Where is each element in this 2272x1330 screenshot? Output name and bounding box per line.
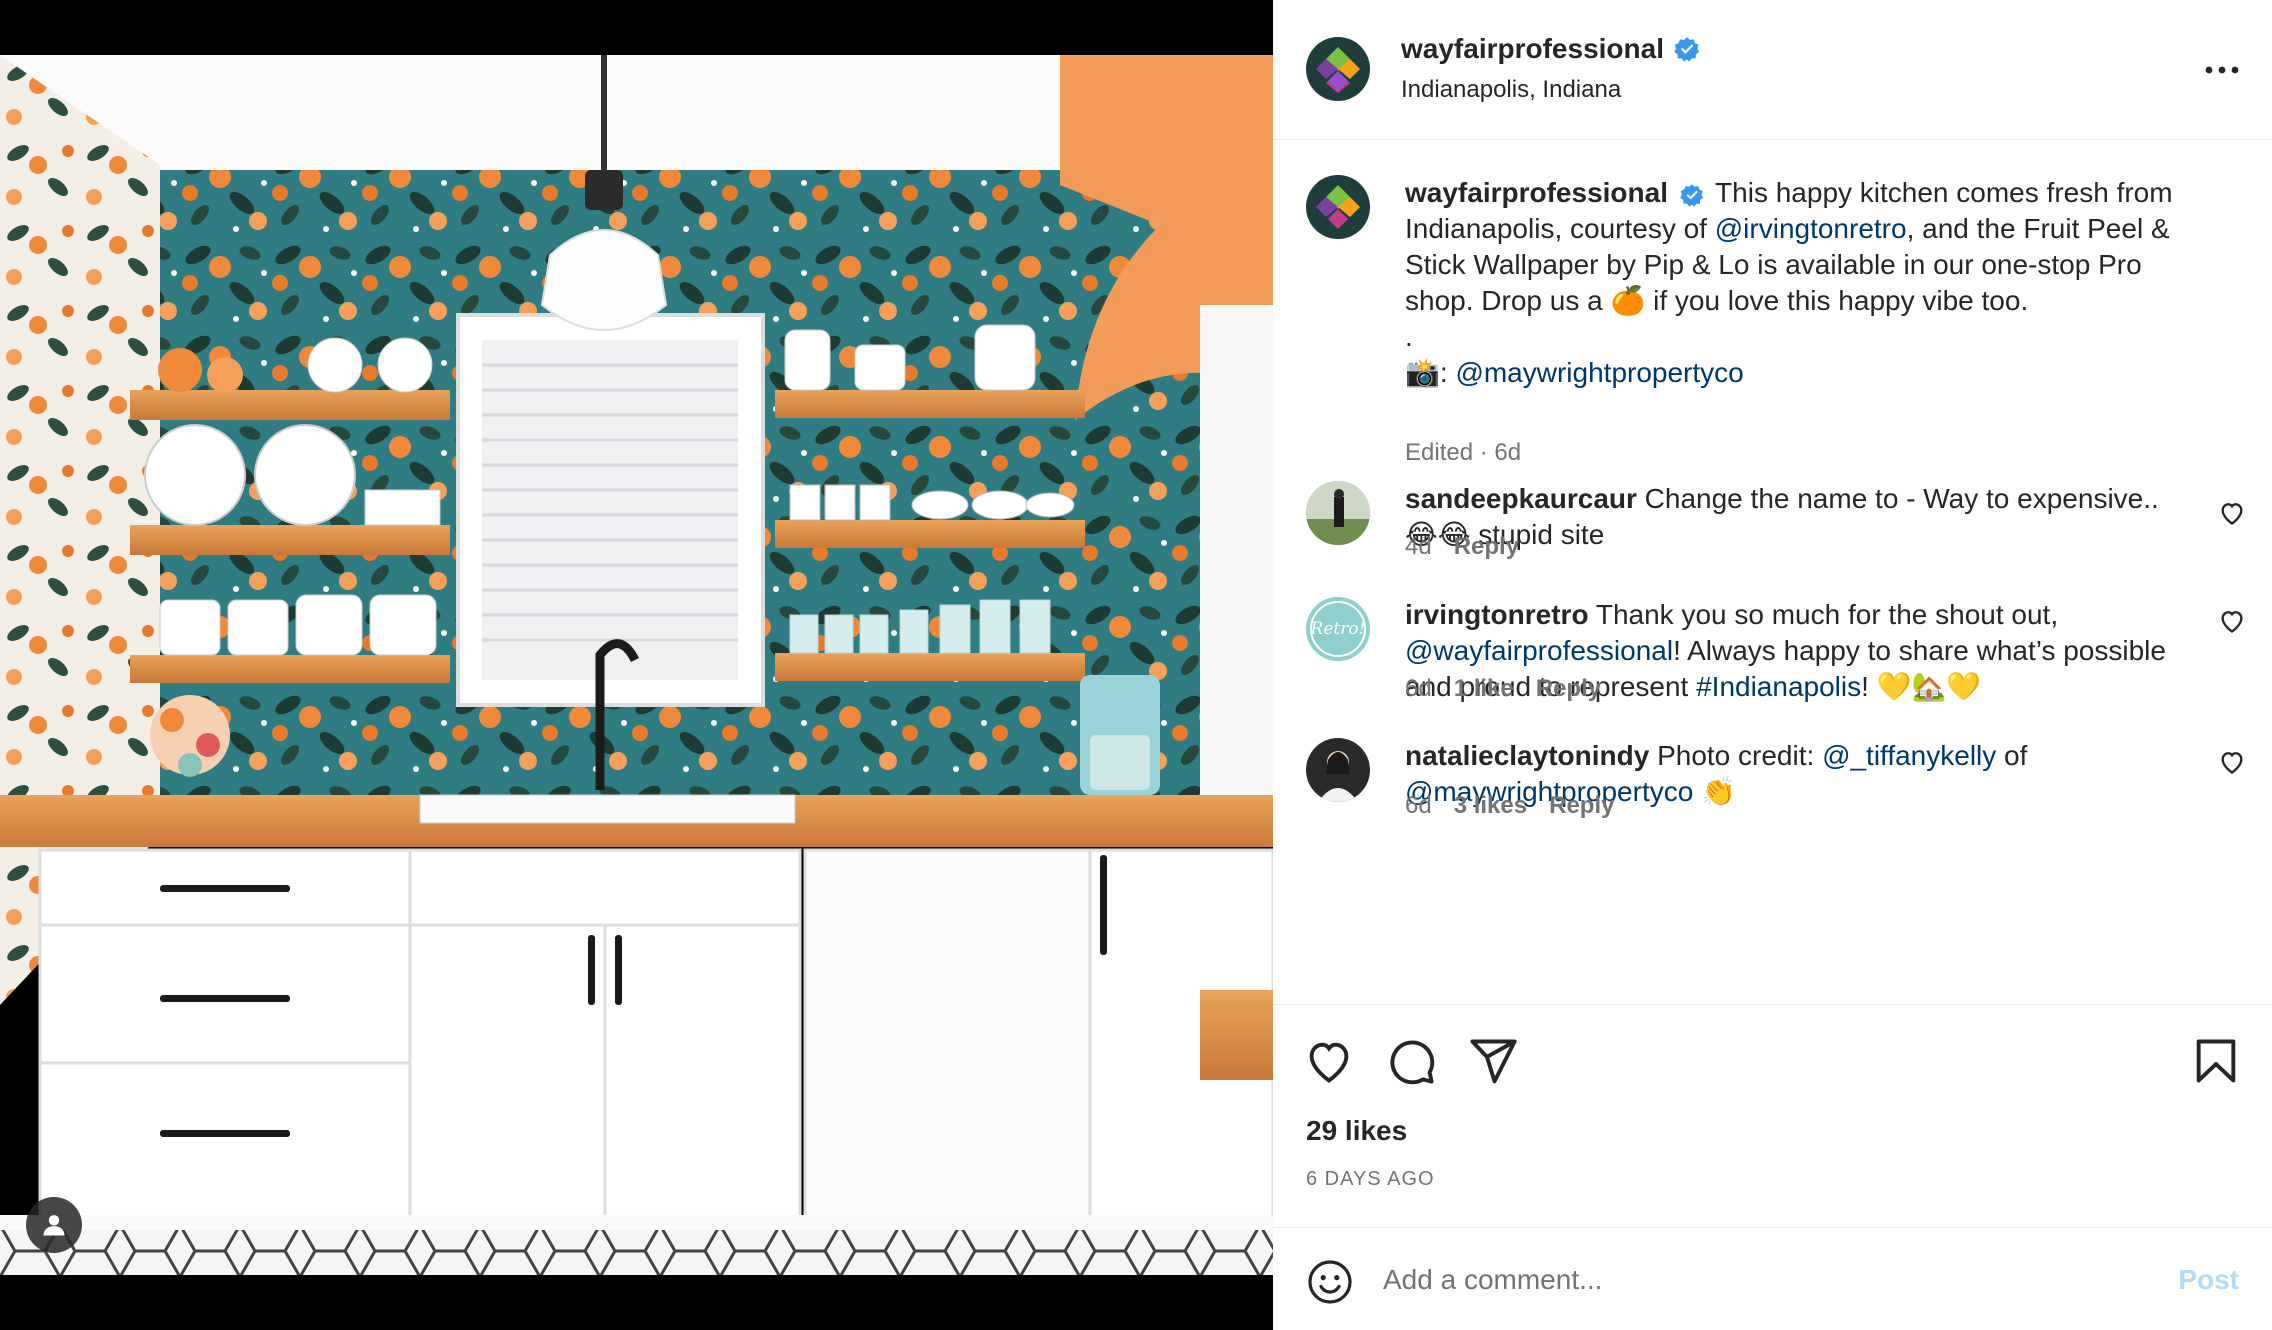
heart-house-emoji: 💛🏡💛 <box>1876 671 1982 702</box>
comment-text: Thank you so much for the shout out, <box>1595 599 2059 630</box>
reply-button[interactable]: Reply <box>1549 792 1614 820</box>
header-username[interactable]: wayfairprofessional <box>1401 33 1664 65</box>
add-comment-bar: Post <box>1273 1227 2272 1330</box>
caption-credit-sep: : <box>1439 357 1456 388</box>
post-date[interactable]: 6 DAYS AGO <box>1306 1168 1435 1191</box>
comment-meta: 6d 3 likes Reply <box>1405 792 1614 820</box>
comment-username[interactable]: irvingtonretro <box>1405 599 1589 630</box>
comment-username[interactable]: sandeepkaurcaur <box>1405 483 1637 514</box>
heart-icon[interactable] <box>2218 607 2246 635</box>
heart-icon[interactable] <box>1303 1035 1355 1087</box>
user-avatar[interactable] <box>1306 738 1370 802</box>
comment-text: Change the name to - Way to expensive.. <box>1644 483 2159 514</box>
comment-meta: 6d 1 like Reply <box>1405 675 1601 703</box>
comment-like-count[interactable]: 1 like <box>1454 675 1514 703</box>
comment-age[interactable]: 6d <box>1405 675 1432 703</box>
caption-body: wayfairprofessional This happy kitchen c… <box>1405 175 2185 391</box>
user-avatar[interactable]: Retro! <box>1306 597 1370 661</box>
reply-button[interactable]: Reply <box>1454 533 1519 561</box>
comments-list[interactable]: wayfairprofessional This happy kitchen c… <box>1273 141 2272 1003</box>
comment-mention-wayfairprofessional[interactable]: @wayfairprofessional <box>1405 635 1673 666</box>
clapping-emoji: 👏 <box>1693 776 1736 807</box>
bookmark-icon[interactable] <box>2190 1035 2242 1087</box>
orange-emoji: 🍊 <box>1610 285 1646 316</box>
caption-username[interactable]: wayfairprofessional <box>1405 177 1668 208</box>
header-username-row: wayfairprofessional <box>1401 33 1700 65</box>
comment-username[interactable]: natalieclaytonindy <box>1405 740 1649 771</box>
comment-meta: 4d Reply <box>1405 533 1519 561</box>
hashtag-indianapolis[interactable]: #Indianapolis <box>1696 671 1861 702</box>
wayfair-logo-icon[interactable] <box>1306 175 1370 239</box>
post-media[interactable] <box>0 0 1273 1330</box>
user-avatar[interactable] <box>1306 481 1370 545</box>
comment-text-2: of <box>1996 740 2028 771</box>
caption-dot-line: . <box>1405 321 1413 352</box>
more-options-icon[interactable] <box>2200 52 2244 88</box>
caption-edited-time[interactable]: Edited · 6d <box>1405 439 1521 467</box>
comment-body: sandeepkaurcaur Change the name to - Way… <box>1405 481 2185 553</box>
verified-badge-icon <box>1680 183 1703 207</box>
user-tag-icon[interactable] <box>26 1197 82 1253</box>
header-location[interactable]: Indianapolis, Indiana <box>1401 76 1621 104</box>
camera-emoji: 📸 <box>1405 357 1440 388</box>
reply-button[interactable]: Reply <box>1536 675 1601 703</box>
verified-badge-icon <box>1674 37 1700 62</box>
comment-input[interactable] <box>1383 1254 2103 1306</box>
comment-text-3: ! <box>1861 671 1877 702</box>
post-header: wayfairprofessional Indianapolis, Indian… <box>1273 0 2272 140</box>
post-actions: 29 likes 6 DAYS AGO <box>1273 1004 2272 1227</box>
heart-icon[interactable] <box>2218 499 2246 527</box>
post-detail-panel: wayfairprofessional Indianapolis, Indian… <box>1273 0 2272 1330</box>
caption-text-3: if you love this happy vibe too. <box>1645 285 2029 316</box>
comment-mention-tiffanykelly[interactable]: @_tiffanykelly <box>1822 740 1996 771</box>
caption-mention-irvingtonretro[interactable]: @irvingtonretro <box>1715 213 1907 244</box>
comment-age[interactable]: 4d <box>1405 533 1432 561</box>
post-photo[interactable] <box>0 55 1273 1275</box>
avatar-text: Retro! <box>1310 619 1366 639</box>
caption-credit-line: 📸: @maywrightpropertyco <box>1405 355 2185 391</box>
likes-count[interactable]: 29 likes <box>1306 1115 1407 1147</box>
comment-text: Photo credit: <box>1657 740 1823 771</box>
caption-meta: Edited · 6d <box>1405 439 1521 467</box>
caption-mention-maywrightpropertyco[interactable]: @maywrightpropertyco <box>1455 357 1743 388</box>
comment-age[interactable]: 6d <box>1405 792 1432 820</box>
heart-icon[interactable] <box>2218 748 2246 776</box>
share-icon[interactable] <box>1467 1035 1519 1087</box>
wayfair-logo-icon[interactable] <box>1306 37 1370 101</box>
post-comment-button[interactable]: Post <box>2178 1264 2239 1296</box>
comment-icon[interactable] <box>1385 1035 1437 1087</box>
comment-like-count[interactable]: 3 likes <box>1454 792 1527 820</box>
smiley-icon[interactable] <box>1306 1258 1354 1306</box>
